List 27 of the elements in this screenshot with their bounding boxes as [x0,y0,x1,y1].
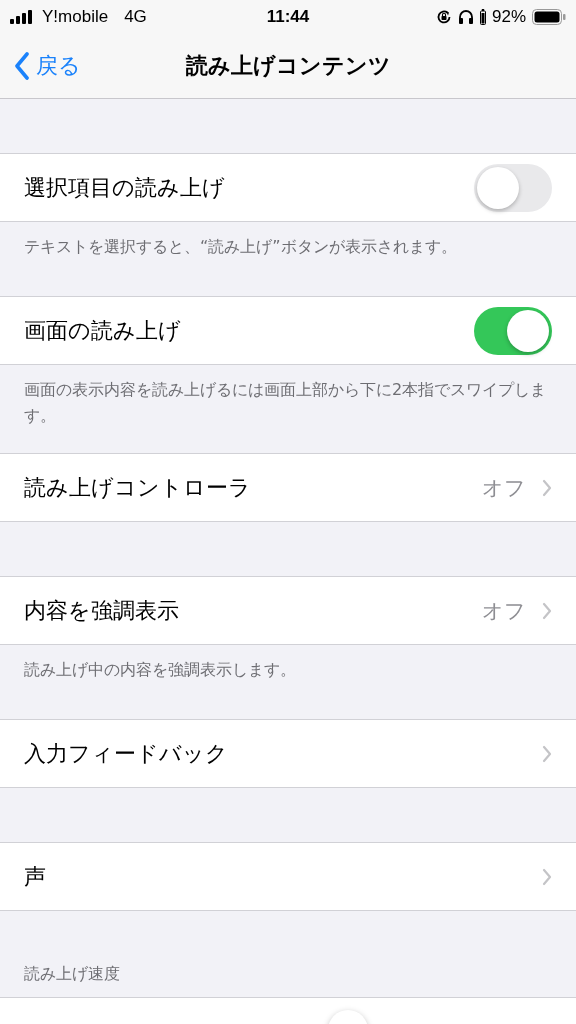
setting-label[interactable]: 読み上げコントローラ [24,472,482,503]
setting-value: オフ [482,474,526,502]
section-footer: 読み上げ中の内容を強調表示します。 [24,660,296,679]
rotation-lock-icon [435,9,452,25]
headphones-icon [457,9,474,25]
toggle-switch[interactable] [474,306,552,355]
setting-label[interactable]: 内容を強調表示 [24,595,482,626]
setting-value: オフ [482,597,526,625]
section-footer: 画面の表示内容を読み上げるには画面上部から下に2本指でスワイプします。 [24,380,547,425]
chevron-right-icon [542,744,552,763]
chevron-left-icon [14,52,30,80]
section-footer: テキストを選択すると、“読み上げ”ボタンが表示されます。 [24,237,457,256]
chevron-right-icon [542,867,552,886]
section-header: 読み上げ速度 [24,964,120,985]
setting-label: 選択項目の読み上げ [24,173,226,202]
battery-percent: 92% [491,7,526,27]
carrier-name: Y!mobile [42,7,109,27]
setting-label: 画面の読み上げ [24,316,182,345]
headphone-battery-icon [479,9,486,25]
clock-time: 11:44 [266,7,310,27]
back-button[interactable]: 戻る [0,51,81,81]
battery-icon [532,9,566,25]
toggle-switch[interactable] [474,163,552,212]
chevron-right-icon [542,478,552,497]
chevron-right-icon [542,601,552,620]
page-title: 読み上げコンテンツ [185,52,391,80]
network-type: 4G [124,7,147,27]
